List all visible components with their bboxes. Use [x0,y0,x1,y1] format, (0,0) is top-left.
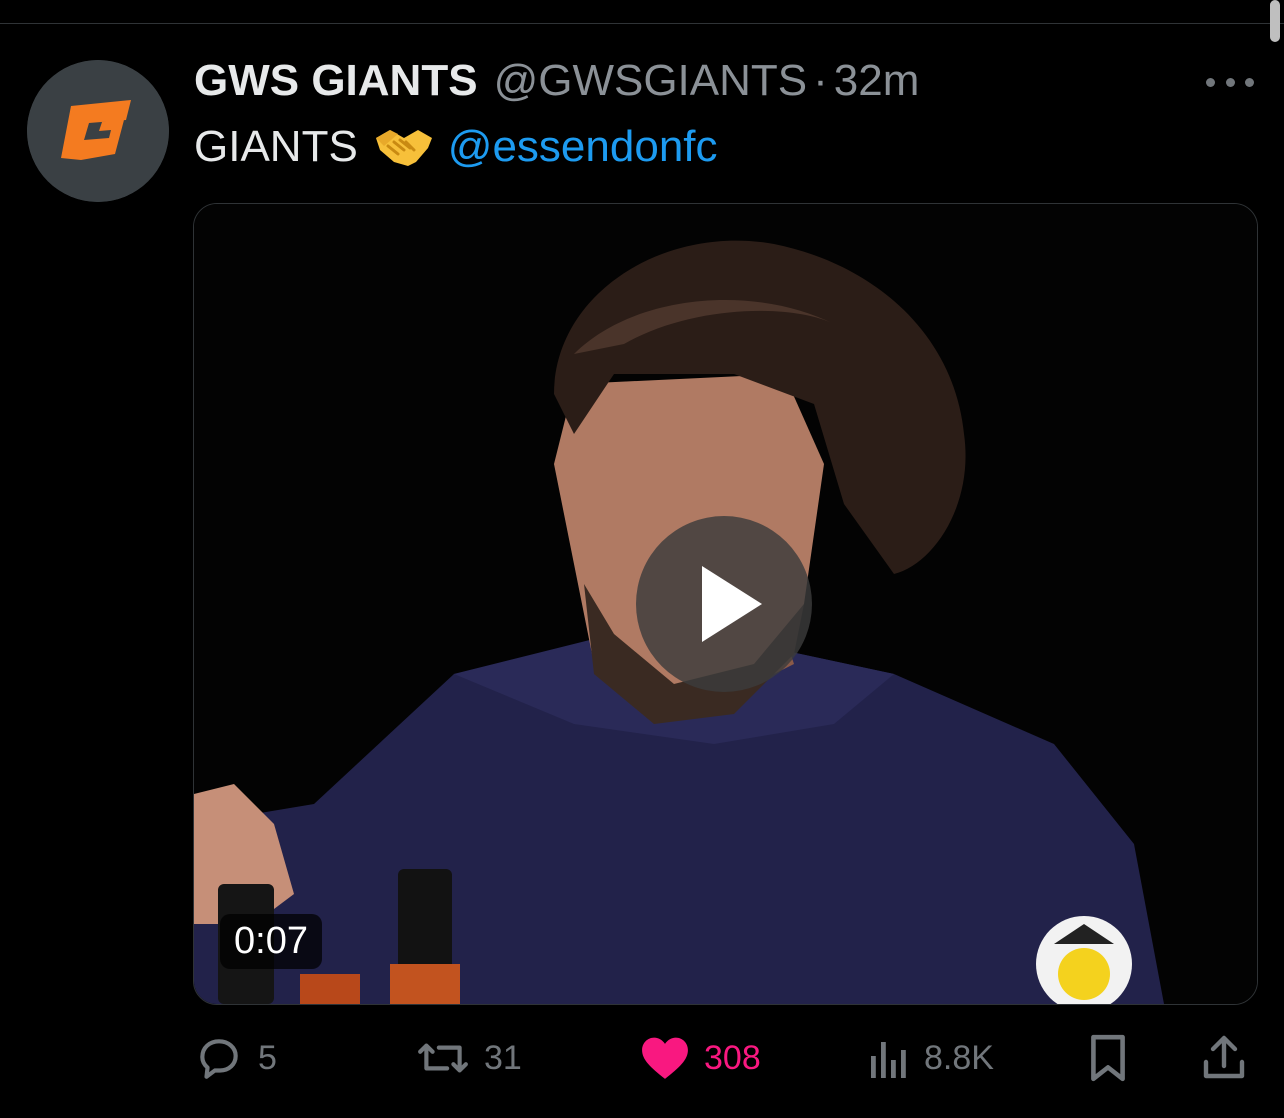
tweet-text-word: GIANTS [194,122,358,171]
bookmark-button[interactable] [1088,1030,1128,1086]
like-button[interactable]: 308 [640,1030,761,1086]
scrollbar[interactable] [1270,0,1280,42]
play-icon [702,566,762,642]
tweet-text: GIANTS @essendonfc [194,122,718,172]
views-button[interactable]: 8.8K [868,1030,994,1086]
user-handle[interactable]: @GWSGIANTS [494,56,808,106]
reply-count: 5 [258,1038,277,1077]
share-icon [1203,1035,1245,1079]
share-button[interactable] [1202,1030,1246,1086]
reply-button[interactable]: 5 [194,1030,277,1086]
dot-icon [1206,77,1215,87]
video-duration: 0:07 [220,914,322,969]
video-player[interactable]: 0:07 [193,203,1258,1005]
display-name[interactable]: GWS GIANTS [194,56,478,106]
mention-link[interactable]: @essendonfc [448,122,718,172]
retweet-button[interactable]: 31 [416,1030,522,1086]
play-button[interactable] [636,516,812,692]
like-count: 308 [704,1038,761,1077]
retweet-count: 31 [484,1038,522,1077]
top-divider [0,23,1284,24]
tweet-header: GWS GIANTS @GWSGIANTS · 32m [194,56,919,112]
reply-icon [200,1039,238,1079]
views-icon [871,1042,906,1078]
heart-icon [642,1037,688,1079]
tweet-time[interactable]: 32m [834,56,920,106]
dot-icon [1225,77,1235,87]
avatar[interactable] [27,60,169,202]
action-bar: 5 31 308 8.8K [194,1030,1254,1086]
bookmark-icon [1091,1034,1125,1082]
gws-giants-logo [27,60,169,202]
separator-dot: · [813,56,828,105]
retweet-icon [418,1043,468,1073]
handshake-icon [374,124,434,170]
dot-icon [1245,77,1254,87]
views-count: 8.8K [924,1038,994,1077]
more-options-button[interactable] [1206,72,1254,92]
